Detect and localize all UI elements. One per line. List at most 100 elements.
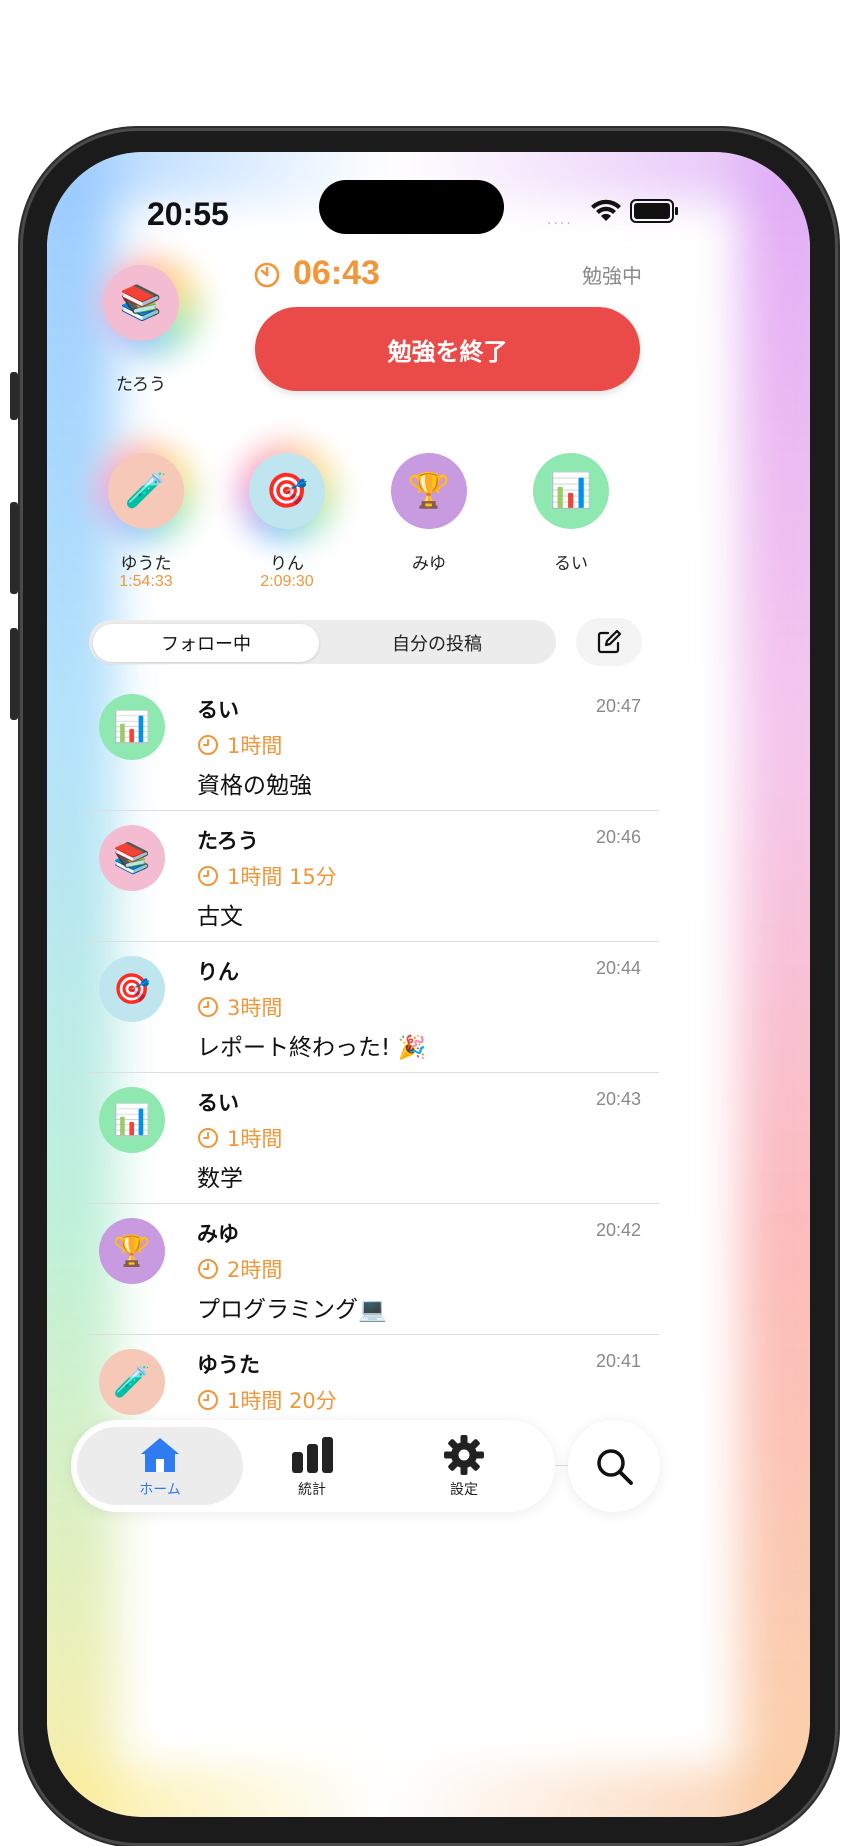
- friend-avatar[interactable]: 📊: [533, 453, 609, 529]
- post-duration: 1時間 20分: [197, 1385, 337, 1415]
- post-duration-value: 3時間: [227, 996, 283, 1020]
- bar-chart-icon: [292, 1437, 333, 1473]
- post-emoji-icon: 📊: [113, 1102, 151, 1138]
- post-duration: 1時間: [197, 1123, 282, 1153]
- post-item[interactable]: 📚 たろう 20:46 1時間 15分古文: [87, 811, 659, 942]
- post-emoji-icon: 🏆: [113, 1233, 151, 1269]
- search-icon: [597, 1449, 633, 1485]
- edge-glow-bottom: [47, 1767, 810, 1817]
- compose-button[interactable]: [576, 618, 642, 666]
- post-feed: 📊 るい 20:47 1時間 資格の勉強 📚 たろう 20:46 1時間 15分 古文 🎯 りん 20:…: [87, 680, 659, 1466]
- my-name: たろう: [116, 375, 166, 395]
- session-timer: 06:43: [253, 254, 380, 293]
- segment-my-posts[interactable]: 自分の投稿: [322, 624, 552, 662]
- post-item[interactable]: 📊 るい 20:47 1時間資格の勉強: [87, 680, 659, 811]
- friend-name: みゆ: [412, 554, 446, 574]
- my-avatar[interactable]: 📚: [103, 265, 179, 341]
- segment-following[interactable]: フォロー中: [93, 624, 319, 662]
- post-duration-value: 1時間: [227, 734, 283, 758]
- post-duration: 1時間: [197, 730, 282, 760]
- friend-emoji-icon: 🏆: [407, 471, 451, 511]
- action-button: [10, 372, 18, 420]
- post-time: 20:47: [595, 696, 641, 716]
- post-time: 20:46: [595, 827, 641, 847]
- post-time: 20:44: [595, 958, 641, 978]
- tab-home[interactable]: ホーム: [100, 1435, 220, 1499]
- studying-status: 勉強中: [582, 264, 642, 288]
- tab-stats-label: 統計: [298, 1482, 326, 1498]
- post-emoji-icon: 🎯: [113, 971, 151, 1007]
- friend-elapsed-time: 1:54:33: [119, 573, 173, 590]
- friend-name: りん: [270, 554, 304, 574]
- post-text: レポート終わった! 🎉: [197, 1035, 427, 1061]
- clock-icon: [198, 866, 218, 886]
- screen: 20:55 .... 📚 たろう 06:43 勉強中 勉強を終了 🧪 ゆうた 1:5…: [47, 152, 810, 1817]
- tab-settings[interactable]: 設定: [404, 1435, 524, 1499]
- house-icon: [141, 1438, 179, 1472]
- cellular-signal-icon: ....: [547, 212, 573, 228]
- post-avatar[interactable]: 🧪: [99, 1349, 165, 1415]
- battery-icon: [630, 199, 678, 223]
- post-emoji-icon: 🧪: [113, 1364, 151, 1400]
- post-author: るい: [197, 1091, 239, 1115]
- tab-settings-label: 設定: [450, 1482, 478, 1498]
- books-emoji-icon: 📚: [119, 283, 163, 323]
- post-avatar[interactable]: 📚: [99, 825, 165, 891]
- clock-icon: [198, 997, 218, 1017]
- post-avatar[interactable]: 🎯: [99, 956, 165, 1022]
- post-avatar[interactable]: 📊: [99, 694, 165, 760]
- post-duration: 2時間: [197, 1254, 282, 1284]
- post-avatar[interactable]: 📊: [99, 1087, 165, 1153]
- post-avatar[interactable]: 🏆: [99, 1218, 165, 1284]
- timer-value: 06:43: [293, 254, 380, 292]
- post-emoji-icon: 📊: [113, 709, 151, 745]
- friend-emoji-icon: 📊: [549, 471, 593, 511]
- post-time: 20:42: [595, 1220, 641, 1240]
- gear-icon: [444, 1435, 484, 1475]
- friend-avatar[interactable]: 🏆: [391, 453, 467, 529]
- status-time: 20:55: [147, 196, 229, 232]
- wifi-icon: [591, 199, 621, 221]
- post-text: プログラミング💻: [197, 1297, 387, 1323]
- post-text: 古文: [197, 904, 243, 930]
- post-item[interactable]: 🎯 りん 20:44 3時間レポート終わった! 🎉: [87, 942, 659, 1073]
- tab-stats[interactable]: 統計: [252, 1435, 372, 1499]
- post-duration: 3時間: [197, 992, 282, 1022]
- post-item[interactable]: 📊 るい 20:43 1時間数学: [87, 1073, 659, 1204]
- clock-icon: [198, 1128, 218, 1148]
- post-time: 20:43: [595, 1089, 641, 1109]
- friend-avatar[interactable]: 🎯: [249, 453, 325, 529]
- end-study-button[interactable]: 勉強を終了: [255, 307, 640, 391]
- post-duration-value: 1時間: [227, 1127, 283, 1151]
- friend-emoji-icon: 🧪: [124, 471, 168, 511]
- timer-icon: [254, 262, 280, 287]
- friend-emoji-icon: 🎯: [265, 471, 309, 511]
- clock-icon: [198, 735, 218, 755]
- volume-up-button: [10, 502, 18, 594]
- post-emoji-icon: 📚: [113, 840, 151, 876]
- friend-name: ゆうた: [120, 554, 172, 574]
- post-author: るい: [197, 698, 239, 722]
- post-author: たろう: [197, 829, 259, 853]
- post-item[interactable]: 🏆 みゆ 20:42 2時間プログラミング💻: [87, 1204, 659, 1335]
- post-duration-value: 2時間: [227, 1258, 283, 1282]
- search-button[interactable]: [568, 1420, 660, 1512]
- post-author: ゆうた: [197, 1353, 260, 1377]
- friend-avatar[interactable]: 🧪: [108, 453, 184, 529]
- post-duration-value: 1時間 20分: [227, 1389, 337, 1413]
- friend-name: るい: [554, 554, 588, 574]
- clock-icon: [198, 1259, 218, 1279]
- friend-elapsed-time: 2:09:30: [260, 573, 314, 590]
- post-author: りん: [197, 960, 239, 984]
- dynamic-island: [319, 180, 504, 234]
- post-author: みゆ: [197, 1222, 239, 1246]
- post-duration: 1時間 15分: [197, 861, 337, 891]
- post-text: 数学: [197, 1166, 243, 1192]
- post-text: 資格の勉強: [197, 773, 312, 799]
- compose-icon: [597, 629, 622, 654]
- post-duration-value: 1時間 15分: [227, 865, 337, 889]
- edge-glow-right: [740, 152, 810, 1817]
- clock-icon: [198, 1390, 218, 1410]
- tab-home-label: ホーム: [139, 1482, 181, 1498]
- volume-down-button: [10, 628, 18, 720]
